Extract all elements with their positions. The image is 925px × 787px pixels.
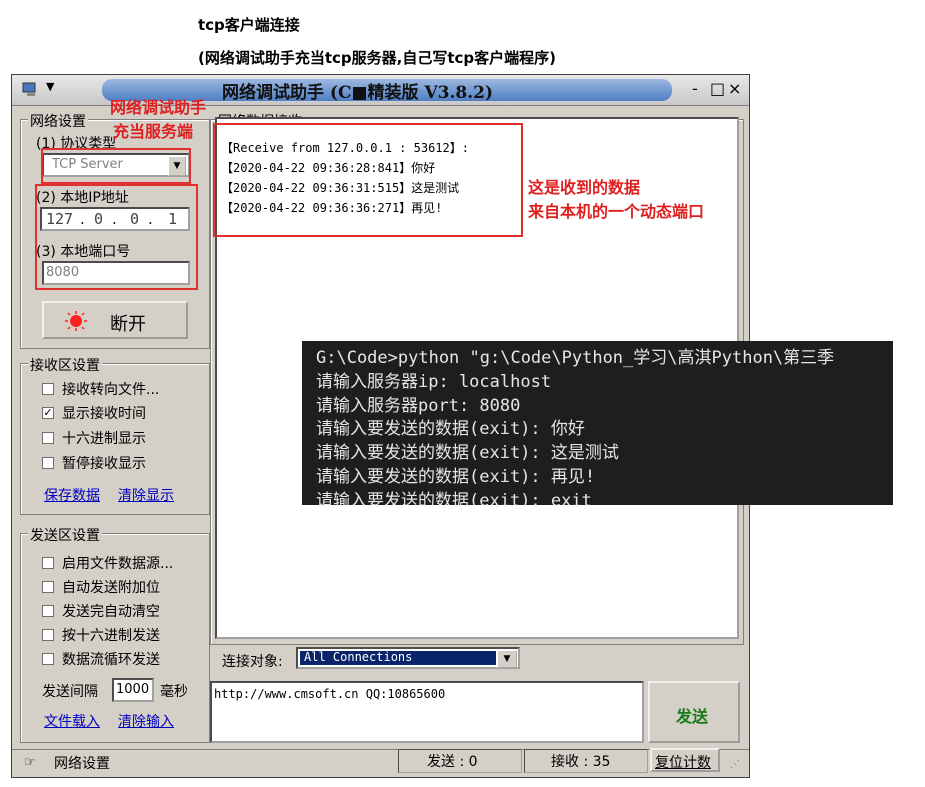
interval-value: 1000 xyxy=(116,682,150,697)
receive-to-file-checkbox[interactable] xyxy=(42,383,54,395)
network-settings-label: 网络设置 xyxy=(28,111,88,131)
send-count-box: 发送 : 0 xyxy=(398,749,522,773)
load-file-link[interactable]: 文件载入 xyxy=(44,711,100,731)
console-line: G:\Code>python "g:\Code\Python_学习\高淇Pyth… xyxy=(316,348,835,368)
console-line: 请输入服务器ip: localhost xyxy=(316,372,552,392)
send-button-label: 发送 xyxy=(676,707,709,726)
console-line: 请输入要发送的数据(exit): 这是测试 xyxy=(316,443,619,463)
console-line: 请输入服务器port: 8080 xyxy=(316,396,521,416)
clear-display-link[interactable]: 清除显示 xyxy=(118,485,174,505)
app-menu-icon[interactable] xyxy=(22,81,40,97)
send-settings-label: 发送区设置 xyxy=(28,525,102,545)
annotation-server-note-1: 网络调试助手 xyxy=(110,98,207,117)
minimize-button[interactable]: - xyxy=(692,79,698,98)
window-title: 网络调试助手 (C■精装版 V3.8.2) xyxy=(222,83,494,103)
send-button[interactable]: 发送 xyxy=(648,681,740,743)
status-light-icon xyxy=(65,311,87,331)
disconnect-label: 断开 xyxy=(110,314,146,335)
reset-count-label: 复位计数 xyxy=(655,755,711,771)
annotation-receive-box xyxy=(213,123,523,237)
clear-input-link[interactable]: 清除输入 xyxy=(118,711,174,731)
annotation-recv-note-2: 来自本机的一个动态端口 xyxy=(528,202,705,221)
file-source-label: 启用文件数据源... xyxy=(62,556,174,572)
show-time-checkbox[interactable]: ✓ xyxy=(42,407,54,419)
hex-display-checkbox[interactable] xyxy=(42,432,54,444)
save-data-link[interactable]: 保存数据 xyxy=(44,485,100,505)
recv-count-box: 接收 : 35 xyxy=(524,749,648,773)
console-line: 请输入要发送的数据(exit): 你好 xyxy=(316,419,585,439)
connection-value: All Connections xyxy=(304,650,413,664)
console-window: G:\Code>python "g:\Code\Python_学习\高淇Pyth… xyxy=(302,341,893,505)
recv-count: 接收 : 35 xyxy=(551,754,611,770)
status-icon: ☞ xyxy=(24,755,36,770)
console-line: 请输入要发送的数据(exit): 再见! xyxy=(316,467,596,487)
annotation-protocol-box xyxy=(41,148,191,184)
send-textarea[interactable]: http://www.cmsoft.cn QQ:10865600 xyxy=(210,681,644,743)
connection-select[interactable]: All Connections ▼ xyxy=(296,647,520,669)
annotation-address-box xyxy=(35,184,198,290)
loop-send-checkbox[interactable] xyxy=(42,653,54,665)
interval-unit: 毫秒 xyxy=(160,684,188,700)
send-text: http://www.cmsoft.cn QQ:10865600 xyxy=(214,687,446,701)
show-time-label: 显示接收时间 xyxy=(62,406,146,422)
chevron-down-icon[interactable]: ▼ xyxy=(497,650,517,668)
maximize-button[interactable]: □ xyxy=(710,79,725,98)
chevron-down-icon[interactable]: ▼ xyxy=(46,80,54,93)
auto-append-label: 自动发送附加位 xyxy=(62,580,160,596)
annotation-recv-note-1: 这是收到的数据 xyxy=(528,178,641,197)
connection-label: 连接对象: xyxy=(222,654,283,670)
auto-clear-checkbox[interactable] xyxy=(42,605,54,617)
page-heading: tcp客户端连接 xyxy=(198,16,300,34)
hex-send-checkbox[interactable] xyxy=(42,629,54,641)
loop-send-label: 数据流循环发送 xyxy=(62,652,160,668)
send-count: 发送 : 0 xyxy=(427,754,478,770)
interval-label: 发送间隔 xyxy=(42,684,98,700)
reset-count-button[interactable]: 复位计数 xyxy=(650,748,720,772)
auto-clear-label: 发送完自动清空 xyxy=(62,604,160,620)
close-button[interactable]: × xyxy=(728,79,741,98)
auto-append-checkbox[interactable] xyxy=(42,581,54,593)
status-text: 网络设置 xyxy=(54,756,110,772)
receive-settings-label: 接收区设置 xyxy=(28,355,102,375)
interval-input[interactable]: 1000 xyxy=(112,678,154,702)
annotation-server-note-2: 充当服务端 xyxy=(113,122,194,141)
file-source-checkbox[interactable] xyxy=(42,557,54,569)
resize-grip-icon[interactable]: ⋰ xyxy=(730,759,740,770)
page-subheading: (网络调试助手充当tcp服务器,自己写tcp客户端程序) xyxy=(198,49,557,67)
disconnect-button[interactable]: 断开 xyxy=(42,301,188,339)
console-line: 请输入要发送的数据(exit): exit xyxy=(316,491,592,505)
receive-to-file-label: 接收转向文件... xyxy=(62,382,160,398)
hex-display-label: 十六进制显示 xyxy=(62,431,146,447)
pause-display-label: 暂停接收显示 xyxy=(62,456,146,472)
hex-send-label: 按十六进制发送 xyxy=(62,628,160,644)
pause-display-checkbox[interactable] xyxy=(42,457,54,469)
